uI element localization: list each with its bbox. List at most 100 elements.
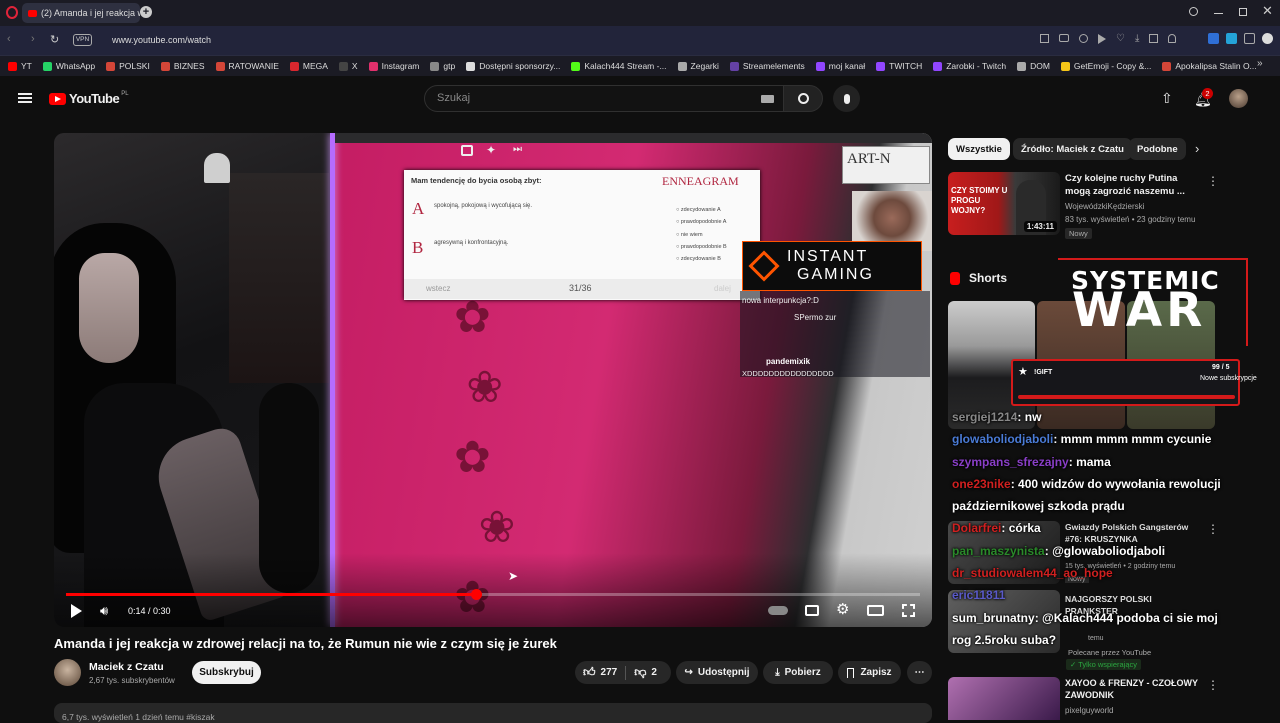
bookmark-item[interactable]: gtp: [430, 61, 455, 71]
play-button[interactable]: [71, 604, 82, 618]
new-tab-button[interactable]: +: [140, 6, 152, 18]
search-input[interactable]: Szukaj: [424, 85, 784, 112]
chat-message: Dolarfrei: córka: [952, 517, 1280, 539]
bookmark-item[interactable]: Streamelements: [729, 61, 805, 71]
back-icon[interactable]: ‹: [7, 33, 11, 45]
dislike-icon[interactable]: 👎︎: [634, 665, 646, 680]
chat-text: mama: [1076, 454, 1111, 469]
bookmark-label: TWITCH: [889, 61, 923, 71]
bookmark-item[interactable]: MEGA: [289, 61, 328, 71]
bookmark-item[interactable]: Kalach444 Stream -...: [571, 61, 667, 71]
sidebar-video-title[interactable]: Czy kolejne ruchy Putina mogą zagrozić n…: [1065, 172, 1205, 198]
extension-4-icon[interactable]: [1262, 33, 1273, 44]
theater-mode-icon[interactable]: [867, 605, 884, 616]
sidebar-video-title[interactable]: XAYOO & FRENZY - CZOŁOWY ZAWODNIK: [1065, 677, 1205, 701]
like-icon[interactable]: 👍︎: [583, 665, 596, 680]
voice-search-button[interactable]: [833, 85, 860, 112]
channel-avatar[interactable]: [54, 659, 81, 686]
video-thumbnail[interactable]: [948, 677, 1060, 720]
player-next-icon[interactable]: ⏭︎: [513, 144, 522, 155]
fullscreen-icon[interactable]: [902, 604, 915, 617]
bookmark-item[interactable]: moj kanał: [815, 61, 865, 71]
bookmark-item[interactable]: X: [338, 61, 358, 71]
microphone-icon: [843, 93, 850, 104]
address-bar-icons[interactable]: ♡ ⤓: [1040, 34, 1177, 44]
subscribe-button[interactable]: Subskrybuj: [192, 661, 261, 684]
video-player[interactable]: ✿ ❀✿ ❀✿ ✦ ⏭︎ Mam tendencję do bycia osob…: [54, 133, 932, 627]
extension-1-icon[interactable]: [1208, 33, 1219, 44]
keyboard-icon[interactable]: [761, 95, 774, 103]
dislike-count[interactable]: 2: [651, 667, 657, 678]
close-window-button[interactable]: ✕: [1262, 3, 1273, 19]
reload-icon[interactable]: ↻: [50, 33, 59, 46]
bookmark-icon: [677, 61, 687, 71]
download-icon[interactable]: ⤓: [1135, 34, 1139, 44]
bookmark-item[interactable]: RATOWANIE: [215, 61, 279, 71]
player-icon[interactable]: [1098, 34, 1106, 44]
download-icon: ⤓: [775, 667, 780, 678]
progress-scrubber[interactable]: [470, 589, 482, 600]
bookmark-item[interactable]: BIZNES: [160, 61, 205, 71]
sidebar-extension-icons[interactable]: [1208, 33, 1273, 44]
video-menu-icon[interactable]: ⋮: [1207, 678, 1219, 692]
video-thumbnail[interactable]: CZY STOIMY U PROGU WOJNY? 1:43:11: [948, 172, 1060, 235]
browser-tab[interactable]: (2) Amanda i jej reakcja w: [22, 3, 140, 23]
minimize-button[interactable]: [1214, 13, 1223, 14]
download-button[interactable]: ⤓ Pobierz: [763, 661, 833, 684]
profile-icon[interactable]: [1168, 34, 1177, 43]
bookmark-item[interactable]: TWITCH: [876, 61, 922, 71]
video-duration: 1:43:11: [1023, 221, 1057, 232]
channel-name[interactable]: Maciek z Czatu: [89, 661, 164, 673]
bookmark-item[interactable]: Dostępni sponsorzy...: [466, 61, 560, 71]
upload-icon[interactable]: ⇧: [1161, 90, 1173, 107]
bookmark-item[interactable]: Zarobki - Twitch: [933, 61, 1006, 71]
bookmarks-more-icon[interactable]: »: [1257, 58, 1263, 69]
bookmark-item[interactable]: Zegarki: [677, 61, 719, 71]
chip-all[interactable]: Wszystkie: [948, 138, 1010, 160]
chip-related[interactable]: Podobne: [1129, 138, 1186, 160]
forward-icon[interactable]: ›: [31, 33, 35, 45]
heart-icon[interactable]: ♡: [1116, 34, 1125, 44]
extension-3-icon[interactable]: [1244, 33, 1255, 44]
chip-source[interactable]: Źródło: Maciek z Czatu: [1013, 138, 1132, 160]
camera-icon[interactable]: [1059, 34, 1069, 42]
chips-next-icon[interactable]: ›: [1195, 141, 1199, 156]
subtitles-icon[interactable]: [805, 605, 819, 616]
save-button[interactable]: Zapisz: [838, 661, 901, 684]
settings-gear-icon[interactable]: ⚙︎: [836, 600, 849, 618]
restore-button[interactable]: [1239, 8, 1247, 16]
autoplay-toggle[interactable]: [768, 606, 788, 615]
video-menu-icon[interactable]: ⋮: [1207, 174, 1219, 188]
vpn-badge[interactable]: VPN: [73, 34, 92, 46]
share-button[interactable]: ↪ Udostępnij: [676, 661, 758, 684]
youtube-logo[interactable]: YouTube PL: [49, 91, 129, 106]
player-miniplayer-icon[interactable]: [461, 145, 473, 156]
bookmark-item[interactable]: YT: [8, 61, 32, 71]
youtube-play-triangle: [55, 95, 61, 102]
url-field[interactable]: www.youtube.com/watch: [112, 35, 211, 45]
bookmark-item[interactable]: Instagram: [368, 61, 419, 71]
extensions-icon[interactable]: [1149, 34, 1159, 43]
bookmark-item[interactable]: Apokalipsa Stalin O...: [1162, 61, 1257, 71]
sidebar-video-channel[interactable]: pixelguyworld: [1065, 706, 1113, 715]
account-avatar[interactable]: [1229, 89, 1248, 108]
quiz-scale-label: zdecydowanie A: [680, 207, 721, 213]
volume-icon[interactable]: 🔊︎: [100, 603, 108, 619]
tab-search-icon[interactable]: [1189, 7, 1198, 16]
snapshot-icon[interactable]: [1079, 34, 1088, 43]
player-ai-icon[interactable]: ✦: [486, 143, 496, 157]
extension-2-icon[interactable]: [1226, 33, 1237, 44]
bookmark-item[interactable]: WhatsApp: [42, 61, 95, 71]
description-box[interactable]: 6,7 tys. wyświetleń 1 dzień temu #kiszak: [54, 703, 932, 723]
search-button[interactable]: [783, 85, 823, 112]
bookmark-label: Kalach444 Stream -...: [584, 61, 667, 71]
bookmark-item[interactable]: GetEmoji - Copy &...: [1060, 61, 1151, 71]
bookmark-item[interactable]: DOM: [1017, 61, 1050, 71]
like-count[interactable]: 277: [601, 667, 618, 678]
more-actions-button[interactable]: ⋯: [907, 661, 932, 684]
hamburger-menu-icon[interactable]: [18, 93, 32, 103]
sidebar-video-channel[interactable]: WojewódzkiKędzierski: [1065, 202, 1144, 211]
edit-icon[interactable]: [1040, 34, 1049, 43]
opera-logo-icon[interactable]: [6, 6, 18, 19]
bookmark-item[interactable]: POLSKI: [106, 61, 150, 71]
